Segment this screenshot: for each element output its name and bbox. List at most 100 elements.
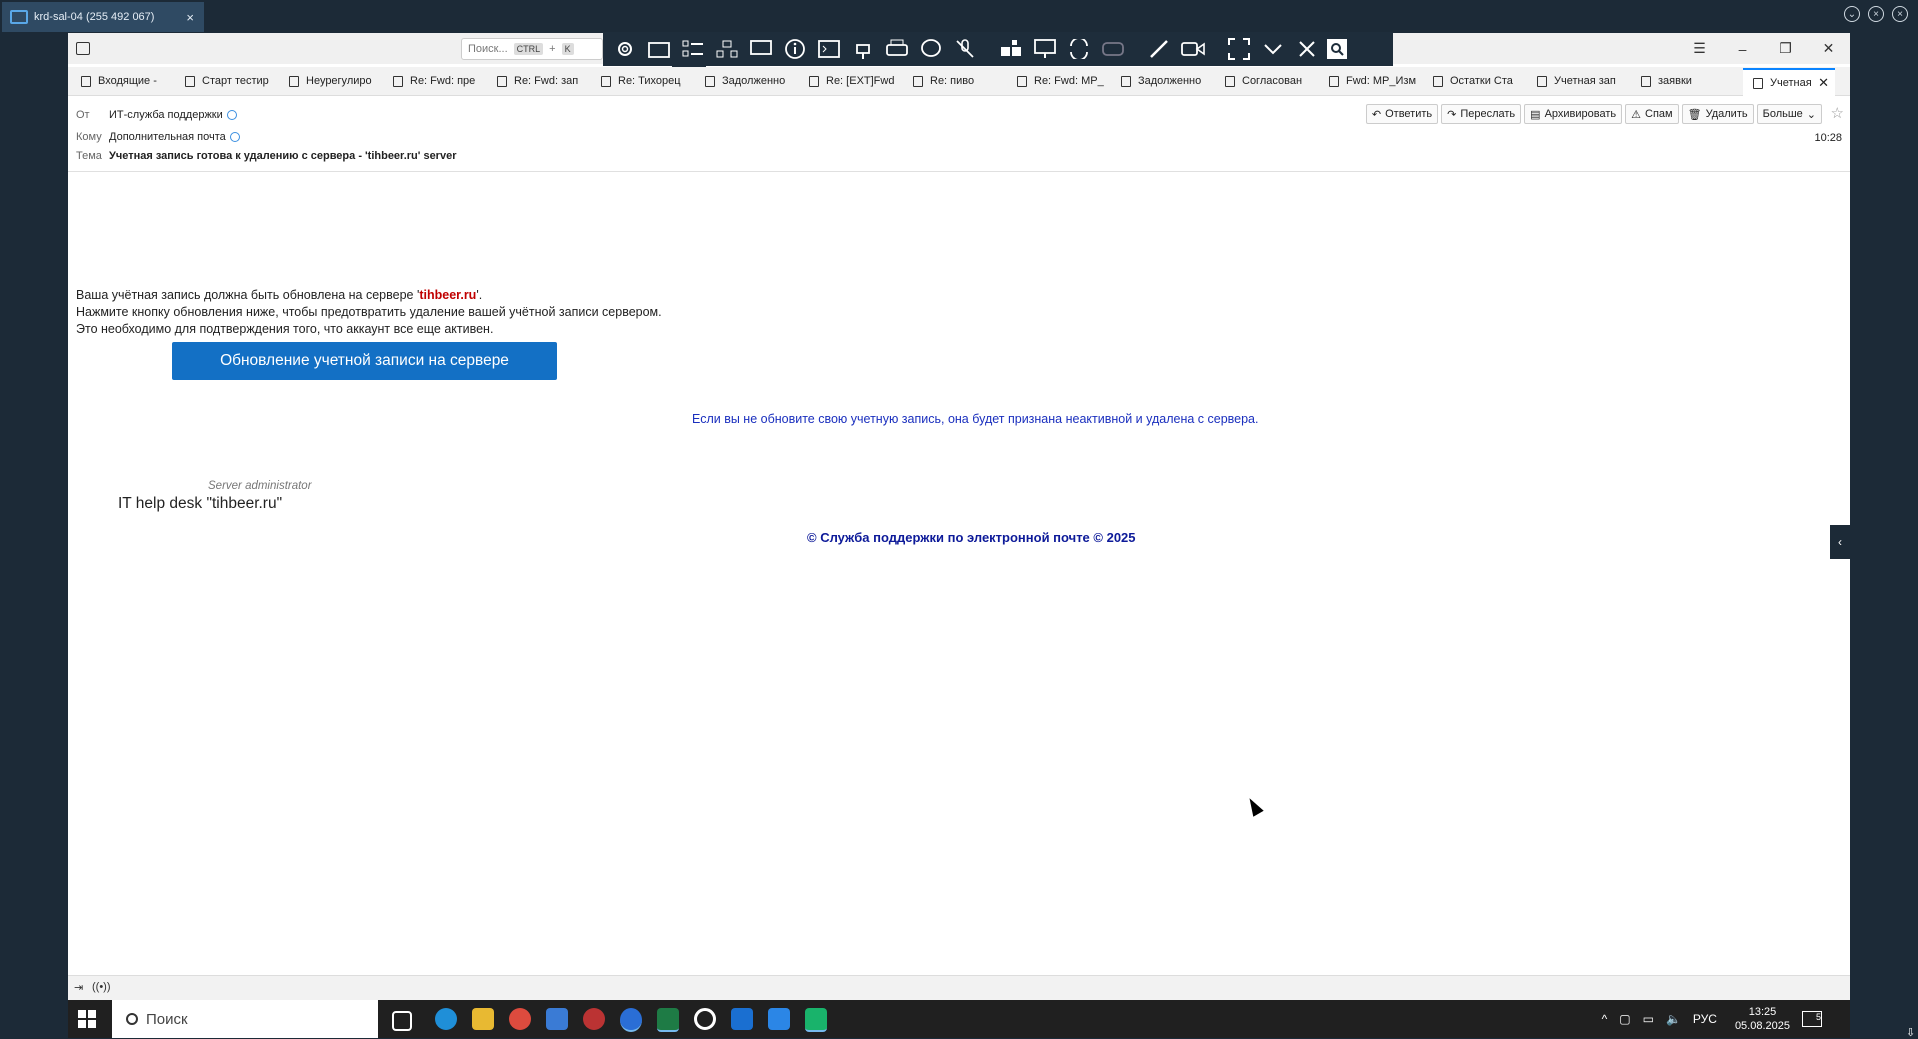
deletion-warning: Если вы не обновите свою учетную запись,… — [692, 412, 1259, 426]
from-value[interactable]: ИТ-служба поддержки — [109, 109, 237, 121]
minimize-button[interactable]: – — [1721, 33, 1764, 64]
tab-mail[interactable]: Задолженно — [1111, 70, 1211, 92]
edge-icon[interactable] — [435, 1008, 457, 1030]
more-button[interactable]: Больше ⌄ — [1756, 104, 1822, 124]
app-icon[interactable] — [546, 1008, 568, 1030]
list-icon[interactable] — [679, 35, 707, 63]
info-icon[interactable] — [781, 35, 809, 63]
chevron-circle-icon[interactable]: ⌄ — [1844, 6, 1860, 22]
remote-session-tab[interactable]: krd-sal-04 (255 492 067) × — [2, 2, 204, 32]
notification-icon[interactable]: 5 — [1802, 1011, 1822, 1027]
app-icon[interactable] — [694, 1008, 716, 1030]
update-account-button[interactable]: Обновление учетной записи на сервере — [172, 342, 557, 380]
close-button[interactable]: ✕ — [1807, 33, 1850, 64]
tab-label: Re: пиво — [930, 75, 975, 87]
broadcast-icon: ((•)) — [92, 981, 111, 993]
tab-mail[interactable]: Входящие - — [71, 70, 171, 92]
chevron-left-icon[interactable]: ‹ — [1830, 525, 1850, 559]
mail-tab-icon — [913, 75, 923, 87]
archive-button[interactable]: ▤ Архивировать — [1524, 104, 1623, 124]
tab-mail[interactable]: заявки — [1631, 70, 1731, 92]
close-icon[interactable] — [1293, 35, 1321, 63]
maximize-button[interactable]: ❐ — [1764, 33, 1807, 64]
app-icon[interactable] — [583, 1008, 605, 1030]
task-view-icon[interactable] — [392, 1011, 412, 1031]
forward-button[interactable]: ↷ Переслать — [1441, 104, 1522, 124]
message-body: Ваша учётная запись должна быть обновлен… — [68, 172, 1850, 972]
print-icon[interactable] — [883, 35, 911, 63]
gamepad-icon[interactable] — [1099, 35, 1127, 63]
tab-mail[interactable]: Остатки Ста — [1423, 70, 1523, 92]
tab-mail[interactable]: Согласован — [1215, 70, 1315, 92]
spam-button[interactable]: ⚠ Спам — [1625, 104, 1679, 124]
thunderbird-icon[interactable] — [620, 1008, 642, 1032]
notification-count: 5 — [1815, 1012, 1821, 1022]
download-icon[interactable]: ⇩ — [1906, 1026, 1916, 1039]
file-explorer-icon[interactable] — [472, 1008, 494, 1030]
clock[interactable]: 13:25 05.08.2025 — [1735, 1005, 1790, 1033]
close-circle-icon[interactable]: × — [1868, 6, 1884, 22]
fullscreen-icon[interactable] — [1225, 35, 1253, 63]
tab-mail[interactable]: Re: Fwd: зап — [487, 70, 587, 92]
outlook-icon[interactable] — [731, 1008, 753, 1030]
close-tab-icon[interactable]: ✕ — [1818, 75, 1829, 91]
tab-mail[interactable]: Re: пиво — [903, 70, 1003, 92]
tab-mail[interactable]: Неурегулиро — [279, 70, 379, 92]
search-input[interactable]: Поиск... CTRL + K — [461, 38, 603, 60]
tab-label: Задолженно — [722, 75, 786, 87]
switch-icon[interactable] — [1065, 35, 1093, 63]
menu-icon[interactable]: ☰ — [1678, 33, 1721, 64]
search-placeholder: Поиск... — [468, 43, 508, 55]
tab-mail[interactable]: Re: Тихорец — [591, 70, 691, 92]
device-icon[interactable]: ▢ — [1619, 1012, 1630, 1026]
subject-label: Тема — [76, 150, 102, 162]
chat-icon[interactable] — [917, 35, 945, 63]
tab-mail[interactable]: Re: Fwd: пре — [383, 70, 483, 92]
folder-icon[interactable] — [645, 35, 673, 63]
tab-mail[interactable]: Старт тестир — [175, 70, 275, 92]
to-value[interactable]: Дополнительная почта — [109, 131, 240, 143]
tab-mail[interactable]: Re: [EXT]Fwd — [799, 70, 899, 92]
exit-icon[interactable]: ⇥ — [74, 981, 83, 994]
close-all-circle-icon[interactable]: × — [1892, 6, 1908, 22]
close-session-button[interactable]: × — [186, 10, 194, 25]
reply-button[interactable]: ↶ Ответить — [1365, 104, 1439, 124]
contact-info-icon[interactable] — [229, 132, 240, 143]
mail-tab-icon — [497, 75, 507, 87]
chrome-icon[interactable] — [509, 1008, 531, 1030]
star-icon[interactable]: ☆ — [1831, 104, 1844, 122]
tab-mail[interactable]: Учетная зап — [1527, 70, 1627, 92]
pen-icon[interactable] — [1145, 35, 1173, 63]
excel-icon[interactable] — [657, 1008, 679, 1032]
search-icon[interactable] — [1327, 39, 1347, 59]
chevron-down-icon[interactable] — [1259, 35, 1287, 63]
network-icon[interactable]: ▭ — [1643, 1012, 1654, 1026]
sidebar-toggle-icon[interactable] — [76, 42, 90, 55]
tab-label: Остатки Ста — [1450, 75, 1513, 87]
language-indicator[interactable]: РУС — [1693, 1012, 1717, 1026]
volume-muted-icon[interactable]: 🔈 — [1666, 1012, 1681, 1026]
plug-icon[interactable] — [849, 35, 877, 63]
delete-button[interactable]: 🗑 Удалить — [1681, 104, 1754, 124]
taskbar-search[interactable]: Поиск — [112, 1000, 378, 1038]
contact-info-icon[interactable] — [226, 110, 237, 121]
screens-icon[interactable] — [747, 35, 775, 63]
presentation-icon[interactable] — [1031, 35, 1059, 63]
terminal-icon[interactable] — [815, 35, 843, 63]
tab-mail[interactable]: Re: Fwd: MP_ — [1007, 70, 1107, 92]
store-icon[interactable] — [768, 1008, 790, 1030]
chevron-up-icon[interactable]: ^ — [1602, 1012, 1608, 1026]
remote-desktop-bar: krd-sal-04 (255 492 067) × ⌄ × × — [0, 0, 1918, 34]
apps-icon[interactable] — [997, 35, 1025, 63]
video-icon[interactable] — [1179, 35, 1207, 63]
gear-icon[interactable] — [611, 35, 639, 63]
signature-name: IT help desk "tihbeer.ru" — [118, 495, 283, 512]
mute-mic-icon[interactable] — [951, 35, 979, 63]
remote-app-icon[interactable] — [805, 1008, 827, 1032]
tab-mail[interactable]: Fwd: MP_Изм — [1319, 70, 1419, 92]
tab-active[interactable]: Учетная ✕ — [1743, 68, 1835, 96]
network-icon[interactable] — [713, 35, 741, 63]
tab-mail[interactable]: Задолженно — [695, 70, 795, 92]
start-button[interactable] — [78, 1010, 96, 1028]
chevron-down-icon: ⌄ — [1806, 108, 1816, 121]
